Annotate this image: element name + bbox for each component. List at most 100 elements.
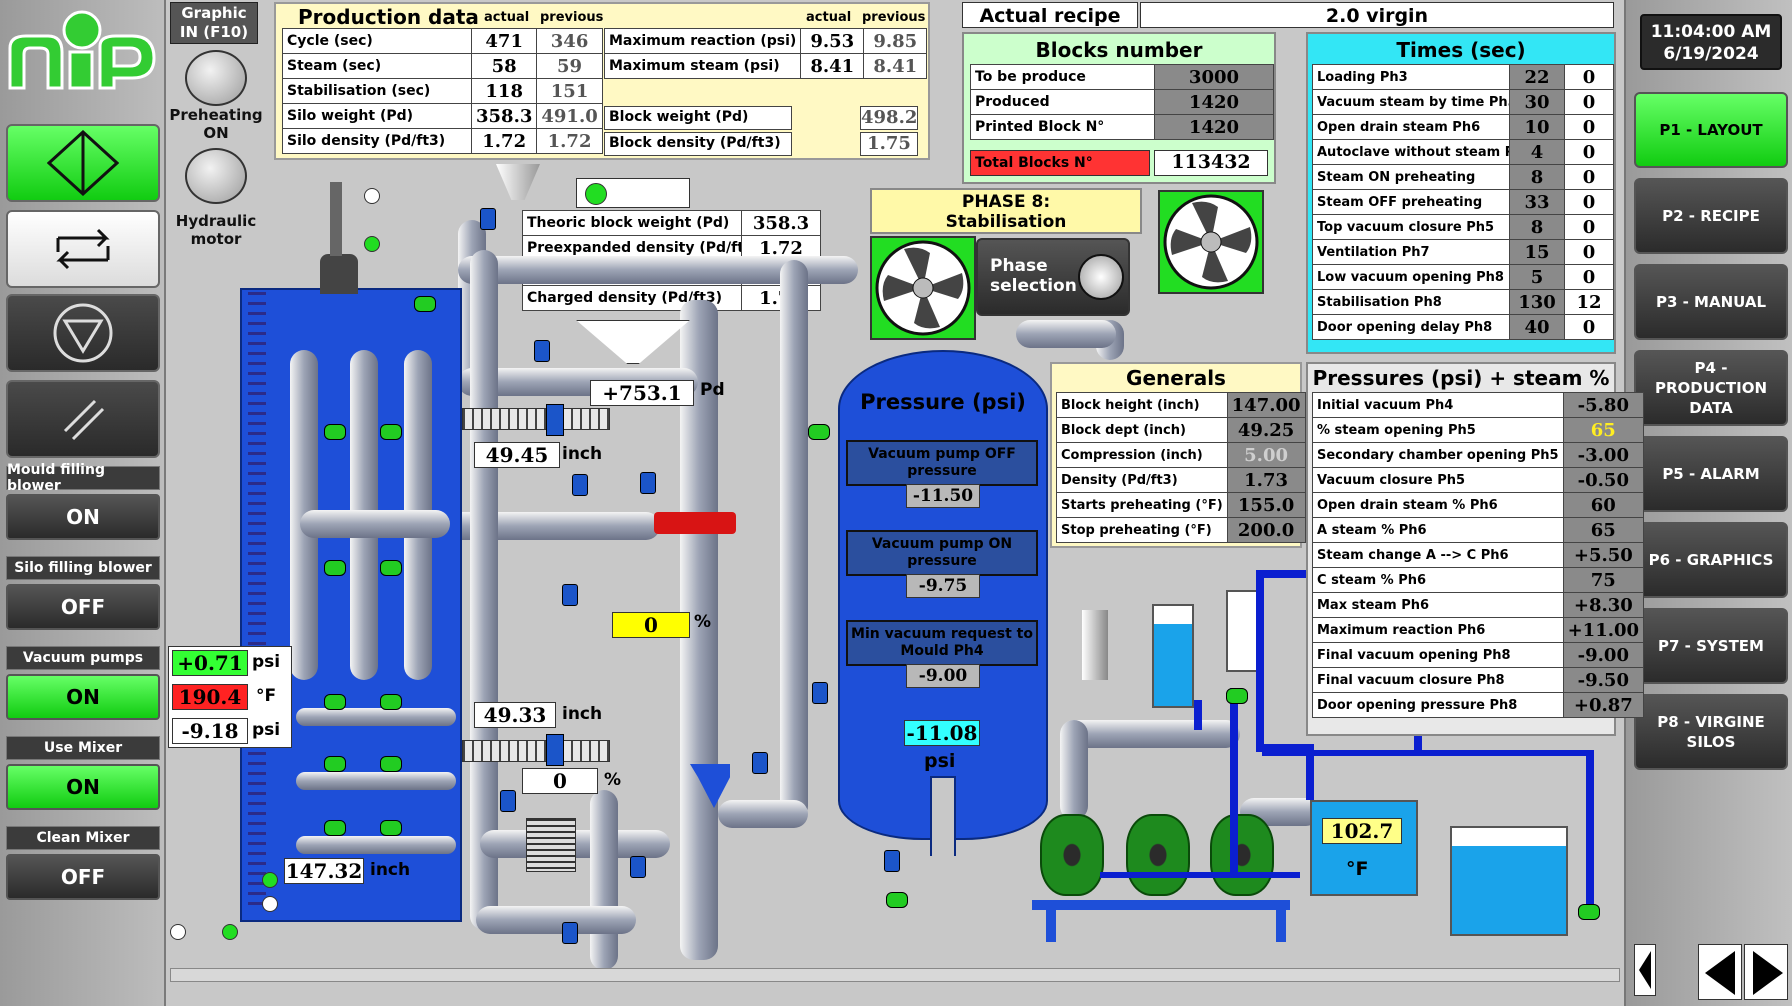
scroll-left-small-button[interactable] xyxy=(1634,944,1656,996)
row-value-current: 12 xyxy=(1564,289,1614,315)
cycle-button[interactable] xyxy=(6,210,160,288)
table-row: Steam (sec) 58 59 xyxy=(282,53,603,79)
row-value-current: 0 xyxy=(1564,139,1614,165)
row-label: Stop preheating (°F) xyxy=(1056,517,1228,543)
reset-button[interactable] xyxy=(6,380,160,458)
row-label: Charged density (Pd/ft3) xyxy=(522,285,742,311)
table-row: Calculated size (inch) 49.41 xyxy=(522,260,821,286)
table-row: Steam ON preheating 8 0 xyxy=(1312,164,1614,190)
times-table: Loading Ph3 22 0 Vacuum steam by time Ph5 30… xyxy=(1312,64,1614,340)
row-label: Vacuum steam by time Ph5 xyxy=(1312,89,1510,115)
nav-p6-graphics[interactable]: P6 - GRAPHICS xyxy=(1634,522,1788,598)
hydraulic-indicator-lamp xyxy=(185,148,247,204)
right-sidebar: 11:04:00 AM 6/19/2024 P1 - LAYOUT P2 - R… xyxy=(1624,0,1792,1006)
table-row: Maximum reaction Ph6 +11.00 xyxy=(1312,617,1645,643)
row-label: Final vacuum closure Ph8 xyxy=(1312,667,1564,693)
row-actual: 471 xyxy=(470,28,538,54)
mould-vacuum-value: -9.18 xyxy=(172,718,248,744)
row-value: 1420 xyxy=(1153,89,1275,115)
table-row: Open drain steam % Ph6 60 xyxy=(1312,492,1645,518)
row-label: Printed Block N° xyxy=(970,114,1155,140)
row-label: Theoric block weight (Pd) xyxy=(522,210,742,236)
row-value: +11.00 xyxy=(1562,617,1645,643)
row-label: Stabilisation Ph8 xyxy=(1312,289,1510,315)
feed-indicator-lamp xyxy=(585,183,607,205)
nav-p5-alarm[interactable]: P5 - ALARM xyxy=(1634,436,1788,512)
fan-right[interactable] xyxy=(1158,190,1264,294)
row-label: Initial vacuum Ph4 xyxy=(1312,392,1564,418)
row-label: Autoclave without steam P xyxy=(1312,139,1510,165)
fan-left[interactable] xyxy=(870,236,976,340)
row-value: 15 xyxy=(1508,239,1566,265)
hopper-weight-value: +753.1 xyxy=(590,380,694,406)
screw2-size-unit: inch xyxy=(562,704,603,724)
clean-mixer-toggle[interactable]: OFF xyxy=(6,854,160,900)
recipe-value[interactable]: 2.0 virgin xyxy=(1140,2,1614,28)
stop-button[interactable] xyxy=(6,294,160,372)
phase-selection-button[interactable]: Phase selection xyxy=(976,238,1130,316)
row-label: Steam OFF preheating xyxy=(1312,189,1510,215)
fan-icon xyxy=(1163,194,1259,290)
use-mixer-toggle[interactable]: ON xyxy=(6,764,160,810)
screw1-size-unit: inch xyxy=(562,444,603,464)
clean-mixer-label: Clean Mixer xyxy=(6,826,160,850)
nav-p4-production-data[interactable]: P4 - PRODUCTION DATA xyxy=(1634,350,1788,426)
production-title: Production data xyxy=(298,5,479,29)
nav-p7-system[interactable]: P7 - SYSTEM xyxy=(1634,608,1788,684)
row-value-current: 0 xyxy=(1564,164,1614,190)
nav-p8-virgine-silos[interactable]: P8 - VIRGINE SILOS xyxy=(1634,694,1788,770)
mould-temp-value: 190.4 xyxy=(172,684,248,710)
min-vacuum-value: -9.00 xyxy=(906,664,980,688)
row-label: Door opening pressure Ph8 xyxy=(1312,692,1564,718)
row-label: Door opening delay Ph8 xyxy=(1312,314,1510,340)
nav-p1-layout[interactable]: P1 - LAYOUT xyxy=(1634,92,1788,168)
start-button[interactable] xyxy=(6,124,160,202)
graphic-toggle-button[interactable]: Graphic IN (F10) xyxy=(170,2,258,44)
row-value: -9.50 xyxy=(1562,667,1645,693)
next-page-button[interactable] xyxy=(1744,944,1788,1000)
col-previous-right: previous xyxy=(862,10,926,25)
vacuum-pumps-toggle[interactable]: ON xyxy=(6,674,160,720)
row-value: 358.3 xyxy=(741,210,821,236)
row-label: To be produce xyxy=(970,64,1155,90)
row-value: 200.0 xyxy=(1226,517,1306,543)
vacuum-pump-off-value: -11.50 xyxy=(906,484,980,508)
row-actual: 8.41 xyxy=(800,53,865,79)
vacuum-pumps-label: Vacuum pumps xyxy=(6,646,160,670)
left-sidebar: nip Mould filling blower ON Silo filling… xyxy=(0,0,166,1006)
tank-pressure-value: -11.08 xyxy=(904,720,980,746)
row-label: Ventilation Ph7 xyxy=(1312,239,1510,265)
water-temp-value: 102.7 xyxy=(1322,818,1402,844)
mould-filling-toggle[interactable]: ON xyxy=(6,494,160,540)
recipe-label: Actual recipe xyxy=(962,2,1138,28)
screw1-size-value: 49.45 xyxy=(474,442,560,468)
preheating-indicator-lamp xyxy=(185,50,247,106)
nav-p2-recipe[interactable]: P2 - RECIPE xyxy=(1634,178,1788,254)
row-value: -3.00 xyxy=(1562,442,1645,468)
table-row: Door opening pressure Ph8 +0.87 xyxy=(1312,692,1645,718)
row-actual: 58 xyxy=(470,53,538,79)
table-row: Stabilisation Ph8 130 12 xyxy=(1312,289,1614,315)
hopper-weight-unit: Pd xyxy=(700,380,725,400)
row-label: Silo density (Pd/ft3) xyxy=(282,128,472,154)
row-label: Maximum reaction (psi) xyxy=(603,28,802,54)
table-row: Maximum reaction (psi) 9.53 9.85 xyxy=(603,28,928,54)
silo-filling-toggle[interactable]: OFF xyxy=(6,584,160,630)
row-label: Density (Pd/ft3) xyxy=(1056,467,1228,493)
table-row: Silo weight (Pd) 358.3 491.0 xyxy=(282,103,603,129)
row-label: Maximum reaction Ph6 xyxy=(1312,617,1564,643)
prev-page-button[interactable] xyxy=(1698,944,1742,1000)
screw-percent-unit: % xyxy=(604,770,622,790)
setpoint-label: Min vacuum request to Mould Ph4 xyxy=(851,626,1033,659)
blocks-number-panel: Blocks number To be produce 3000 Produced… xyxy=(962,32,1276,184)
nav-p3-manual[interactable]: P3 - MANUAL xyxy=(1634,264,1788,340)
table-row: Low vacuum opening Ph8 5 0 xyxy=(1312,264,1614,290)
row-label: Top vacuum closure Ph5 xyxy=(1312,214,1510,240)
setpoint-label: Vacuum pump ON pressure xyxy=(871,536,1013,569)
row-label: Low vacuum opening Ph8 xyxy=(1312,264,1510,290)
row-value: -9.00 xyxy=(1562,642,1645,668)
generals-title: Generals xyxy=(1126,366,1226,390)
table-row: Autoclave without steam P40 xyxy=(1312,139,1614,165)
row-actual: 118 xyxy=(470,78,538,104)
row-value-current: 0 xyxy=(1564,239,1614,265)
